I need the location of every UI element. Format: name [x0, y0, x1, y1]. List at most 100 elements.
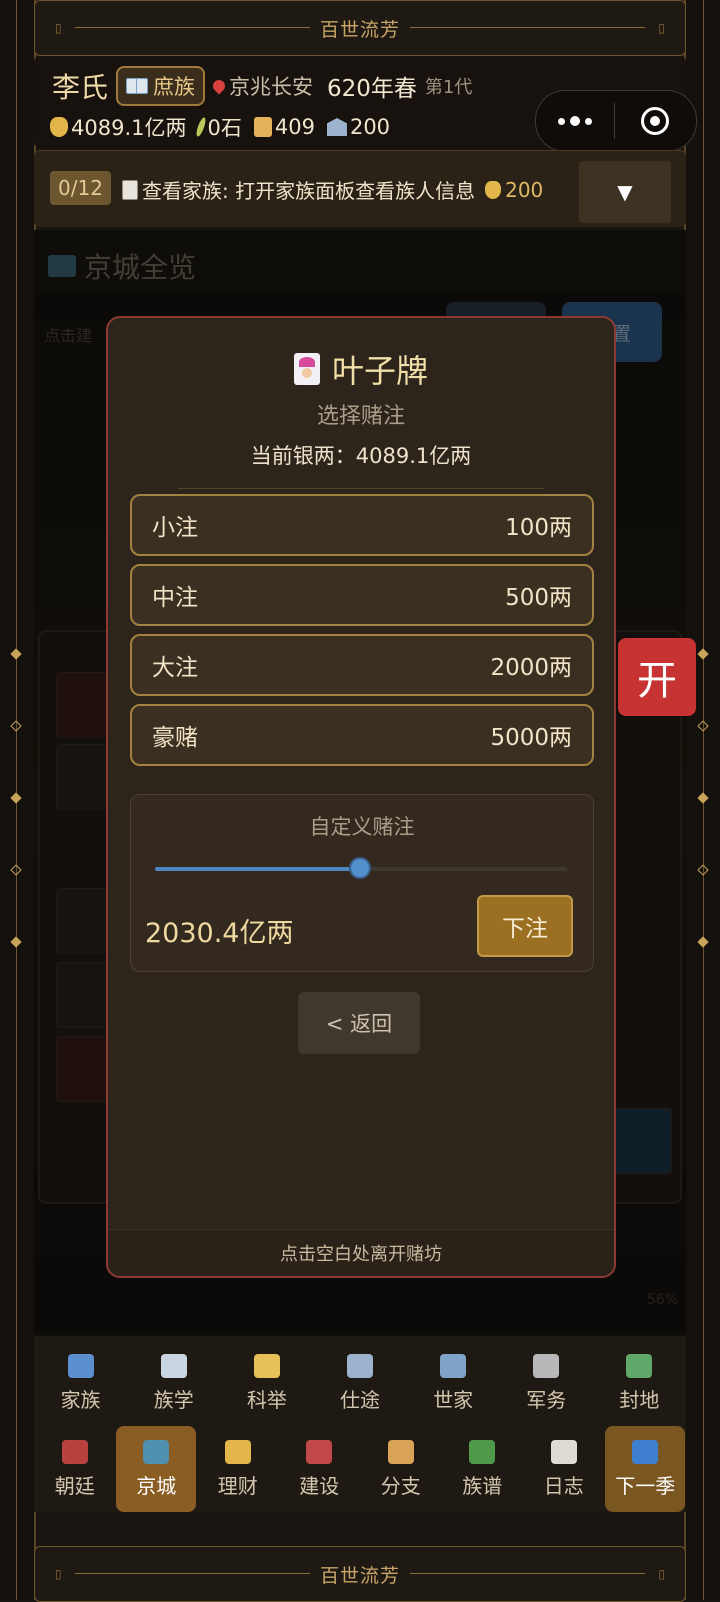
- more-menu-button[interactable]: [536, 116, 614, 126]
- banner-tick: ▯: [658, 1567, 665, 1581]
- family-name: 李氏: [52, 71, 109, 104]
- right-frame: [684, 0, 720, 1600]
- modal-header: 叶子牌: [108, 346, 614, 392]
- grain-icon: [195, 116, 208, 138]
- nav-item-family[interactable]: 家族: [41, 1340, 121, 1426]
- nav-item-swords[interactable]: 军务: [506, 1340, 586, 1426]
- bet-label: 中注: [152, 585, 198, 611]
- frame-diamond: [10, 648, 22, 660]
- pin-icon: [210, 77, 228, 95]
- banner-tick: ▯: [55, 1567, 62, 1581]
- bet-option-large[interactable]: 大注 2000两: [130, 634, 594, 696]
- nav-item-memo[interactable]: 科举: [227, 1340, 307, 1426]
- moneybag-icon: [485, 180, 502, 199]
- back-button[interactable]: < 返回: [298, 992, 420, 1054]
- bet-amount: 5000两: [490, 725, 572, 751]
- government-icon: [346, 1353, 373, 1378]
- nav-item-palace[interactable]: 朝廷: [35, 1426, 115, 1512]
- bet-label: 小注: [152, 515, 198, 541]
- nav-item-tree[interactable]: 族谱: [442, 1426, 522, 1512]
- location: 京兆长安: [210, 71, 314, 101]
- rank-label: 庶族: [153, 75, 196, 99]
- nav-item-castle[interactable]: 世家: [413, 1340, 493, 1426]
- rank-badge[interactable]: 庶族: [116, 66, 206, 106]
- slider-fill: [155, 867, 360, 871]
- bet-amount: 500两: [505, 585, 572, 611]
- frame-diamond: [697, 792, 709, 804]
- nav-item-label: 世家: [433, 1387, 474, 1412]
- nav-item-moneybag[interactable]: 理财: [198, 1426, 278, 1512]
- government-icon: [326, 118, 347, 136]
- map-icon: [143, 1439, 170, 1464]
- influence-resource: 200: [326, 115, 391, 139]
- custom-bet-label: 自定义赌注: [309, 815, 415, 839]
- family-icon: [67, 1353, 94, 1378]
- memo-icon: [253, 1353, 280, 1378]
- scroll-value: 409: [274, 115, 315, 139]
- nav-item-label: 日志: [543, 1473, 584, 1498]
- gambling-modal: 叶子牌 选择赌注 当前银两：4089.1亿两 小注 100两 中注 500两 大…: [106, 316, 616, 1278]
- palace-icon: [61, 1439, 88, 1464]
- moneybag-icon: [50, 117, 68, 137]
- bet-slider[interactable]: [155, 857, 567, 879]
- clipboard-icon: [550, 1439, 577, 1464]
- grain-resource: 0石: [195, 112, 242, 142]
- bet-option-small[interactable]: 小注 100两: [130, 494, 594, 556]
- book-icon: [160, 1353, 187, 1378]
- nav-item-label: 下一季: [615, 1473, 676, 1498]
- nav-item-map[interactable]: 京城: [116, 1426, 197, 1512]
- nav-item-label: 建设: [299, 1473, 340, 1498]
- crane-icon: [306, 1439, 333, 1464]
- frame-diamond: [10, 720, 22, 732]
- frame-diamond: [10, 864, 22, 876]
- banner-tick: ▯: [55, 21, 62, 35]
- scroll-resource: 409: [253, 115, 315, 139]
- close-miniprogram-button[interactable]: [615, 107, 695, 135]
- nav-item-label: 科举: [246, 1387, 287, 1412]
- nav-item-label: 朝廷: [54, 1473, 95, 1498]
- current-silver: 当前银两：4089.1亿两: [250, 444, 472, 468]
- silver-value: 4089.1亿两: [71, 116, 187, 140]
- banner-title: 百世流芳: [309, 1560, 410, 1588]
- houses-icon: [387, 1439, 414, 1464]
- target-icon: [641, 107, 669, 135]
- landscape-icon: [626, 1353, 653, 1378]
- place-bet-button[interactable]: 下注: [477, 895, 573, 957]
- task-reward: 200: [505, 177, 544, 202]
- bet-option-highroller[interactable]: 豪赌 5000两: [130, 704, 594, 766]
- nav-item-label: 封地: [619, 1387, 660, 1412]
- nav-item-clipboard[interactable]: 日志: [524, 1426, 604, 1512]
- nav-item-label: 分支: [380, 1473, 421, 1498]
- influence-value: 200: [349, 115, 391, 139]
- nav-item-houses[interactable]: 分支: [361, 1426, 441, 1512]
- task-description: 查看家族: 打开家族面板查看族人信息 200: [122, 175, 543, 204]
- nav-item-landscape[interactable]: 封地: [599, 1340, 679, 1426]
- frame-diamond: [697, 720, 709, 732]
- grain-value: 0石: [207, 116, 242, 140]
- bet-label: 豪赌: [152, 725, 198, 751]
- leave-hint[interactable]: 点击空白处离开赌坊: [108, 1229, 614, 1276]
- bet-option-medium[interactable]: 中注 500两: [130, 564, 594, 626]
- miniprogram-capsule: [535, 90, 697, 152]
- book-icon: [126, 78, 149, 94]
- nav-item-crane[interactable]: 建设: [279, 1426, 359, 1512]
- nav-item-fast-forward[interactable]: 下一季: [605, 1426, 686, 1512]
- nav-item-government[interactable]: 仕途: [320, 1340, 400, 1426]
- banner-line: [405, 27, 645, 28]
- slider-thumb[interactable]: [348, 857, 371, 879]
- modal-divider: [178, 488, 544, 489]
- moneybag-icon: [224, 1439, 251, 1464]
- nav-item-book[interactable]: 族学: [134, 1340, 214, 1426]
- open-side-button[interactable]: 开: [618, 638, 696, 716]
- bet-label: 大注: [152, 655, 198, 681]
- task-bar[interactable]: 0/12 查看家族: 打开家族面板查看族人信息 200 ▼: [34, 150, 686, 227]
- scroll-icon: [253, 117, 272, 137]
- season-label: 620年春: [327, 76, 417, 102]
- nav-item-label: 仕途: [339, 1387, 380, 1412]
- task-text: 查看家族: 打开家族面板查看族人信息: [142, 179, 476, 203]
- bottom-nav: 家族 族学 科举 仕途 世家 军务 封地 朝廷 京城 理财 建设 分支 族谱 日志 下一季: [34, 1336, 686, 1512]
- clipboard-icon: [122, 179, 138, 200]
- nav-row-secondary: 朝廷 京城 理财 建设 分支 族谱 日志 下一季: [34, 1426, 686, 1512]
- task-expand-button[interactable]: ▼: [579, 161, 671, 223]
- location-label: 京兆长安: [229, 75, 314, 99]
